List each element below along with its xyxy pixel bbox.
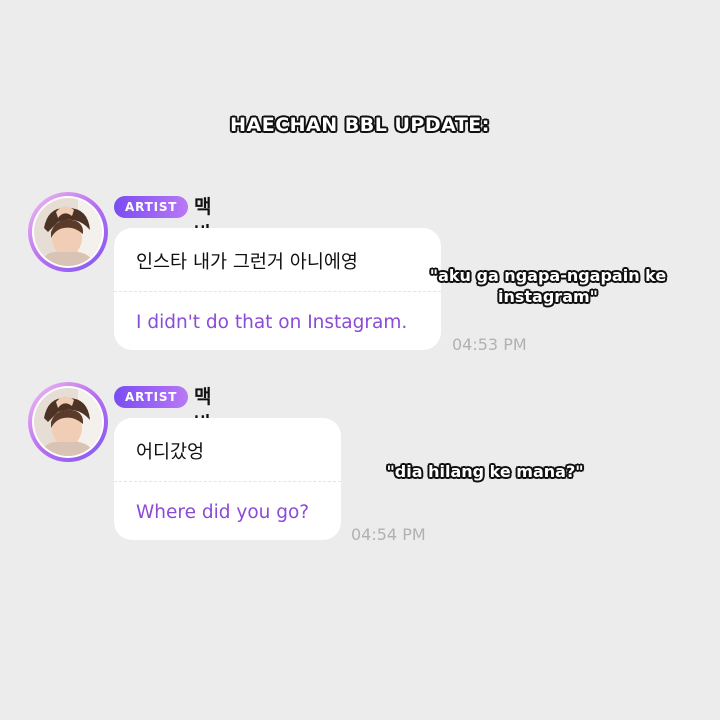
message-bubble[interactable]: 인스타 내가 그런거 아니에영 I didn't do that on Inst… <box>114 228 441 350</box>
avatar-photo-icon <box>34 388 102 456</box>
message-bubble[interactable]: 어디갔엉 Where did you go? <box>114 418 341 540</box>
translation-text: Where did you go? <box>136 502 310 523</box>
caption-overlay: "aku ga ngapa-ngapain ke instagram" <box>429 266 667 306</box>
avatar-photo-icon <box>34 198 102 266</box>
caption-overlay: "dia hilang ke mana?" <box>386 462 584 481</box>
headline: HAECHAN BBL UPDATE: <box>230 114 490 136</box>
artist-avatar[interactable] <box>28 192 108 272</box>
original-text: 인스타 내가 그런거 아니에영 <box>136 252 358 273</box>
artist-avatar[interactable] <box>28 382 108 462</box>
original-text: 어디갔엉 <box>136 442 205 463</box>
artist-badge: ARTIST <box>114 196 189 218</box>
message-time: 04:54 PM <box>351 525 426 544</box>
artist-badge: ARTIST <box>114 386 189 408</box>
translation-text: I didn't do that on Instagram. <box>136 312 408 333</box>
message-time: 04:53 PM <box>452 335 527 354</box>
